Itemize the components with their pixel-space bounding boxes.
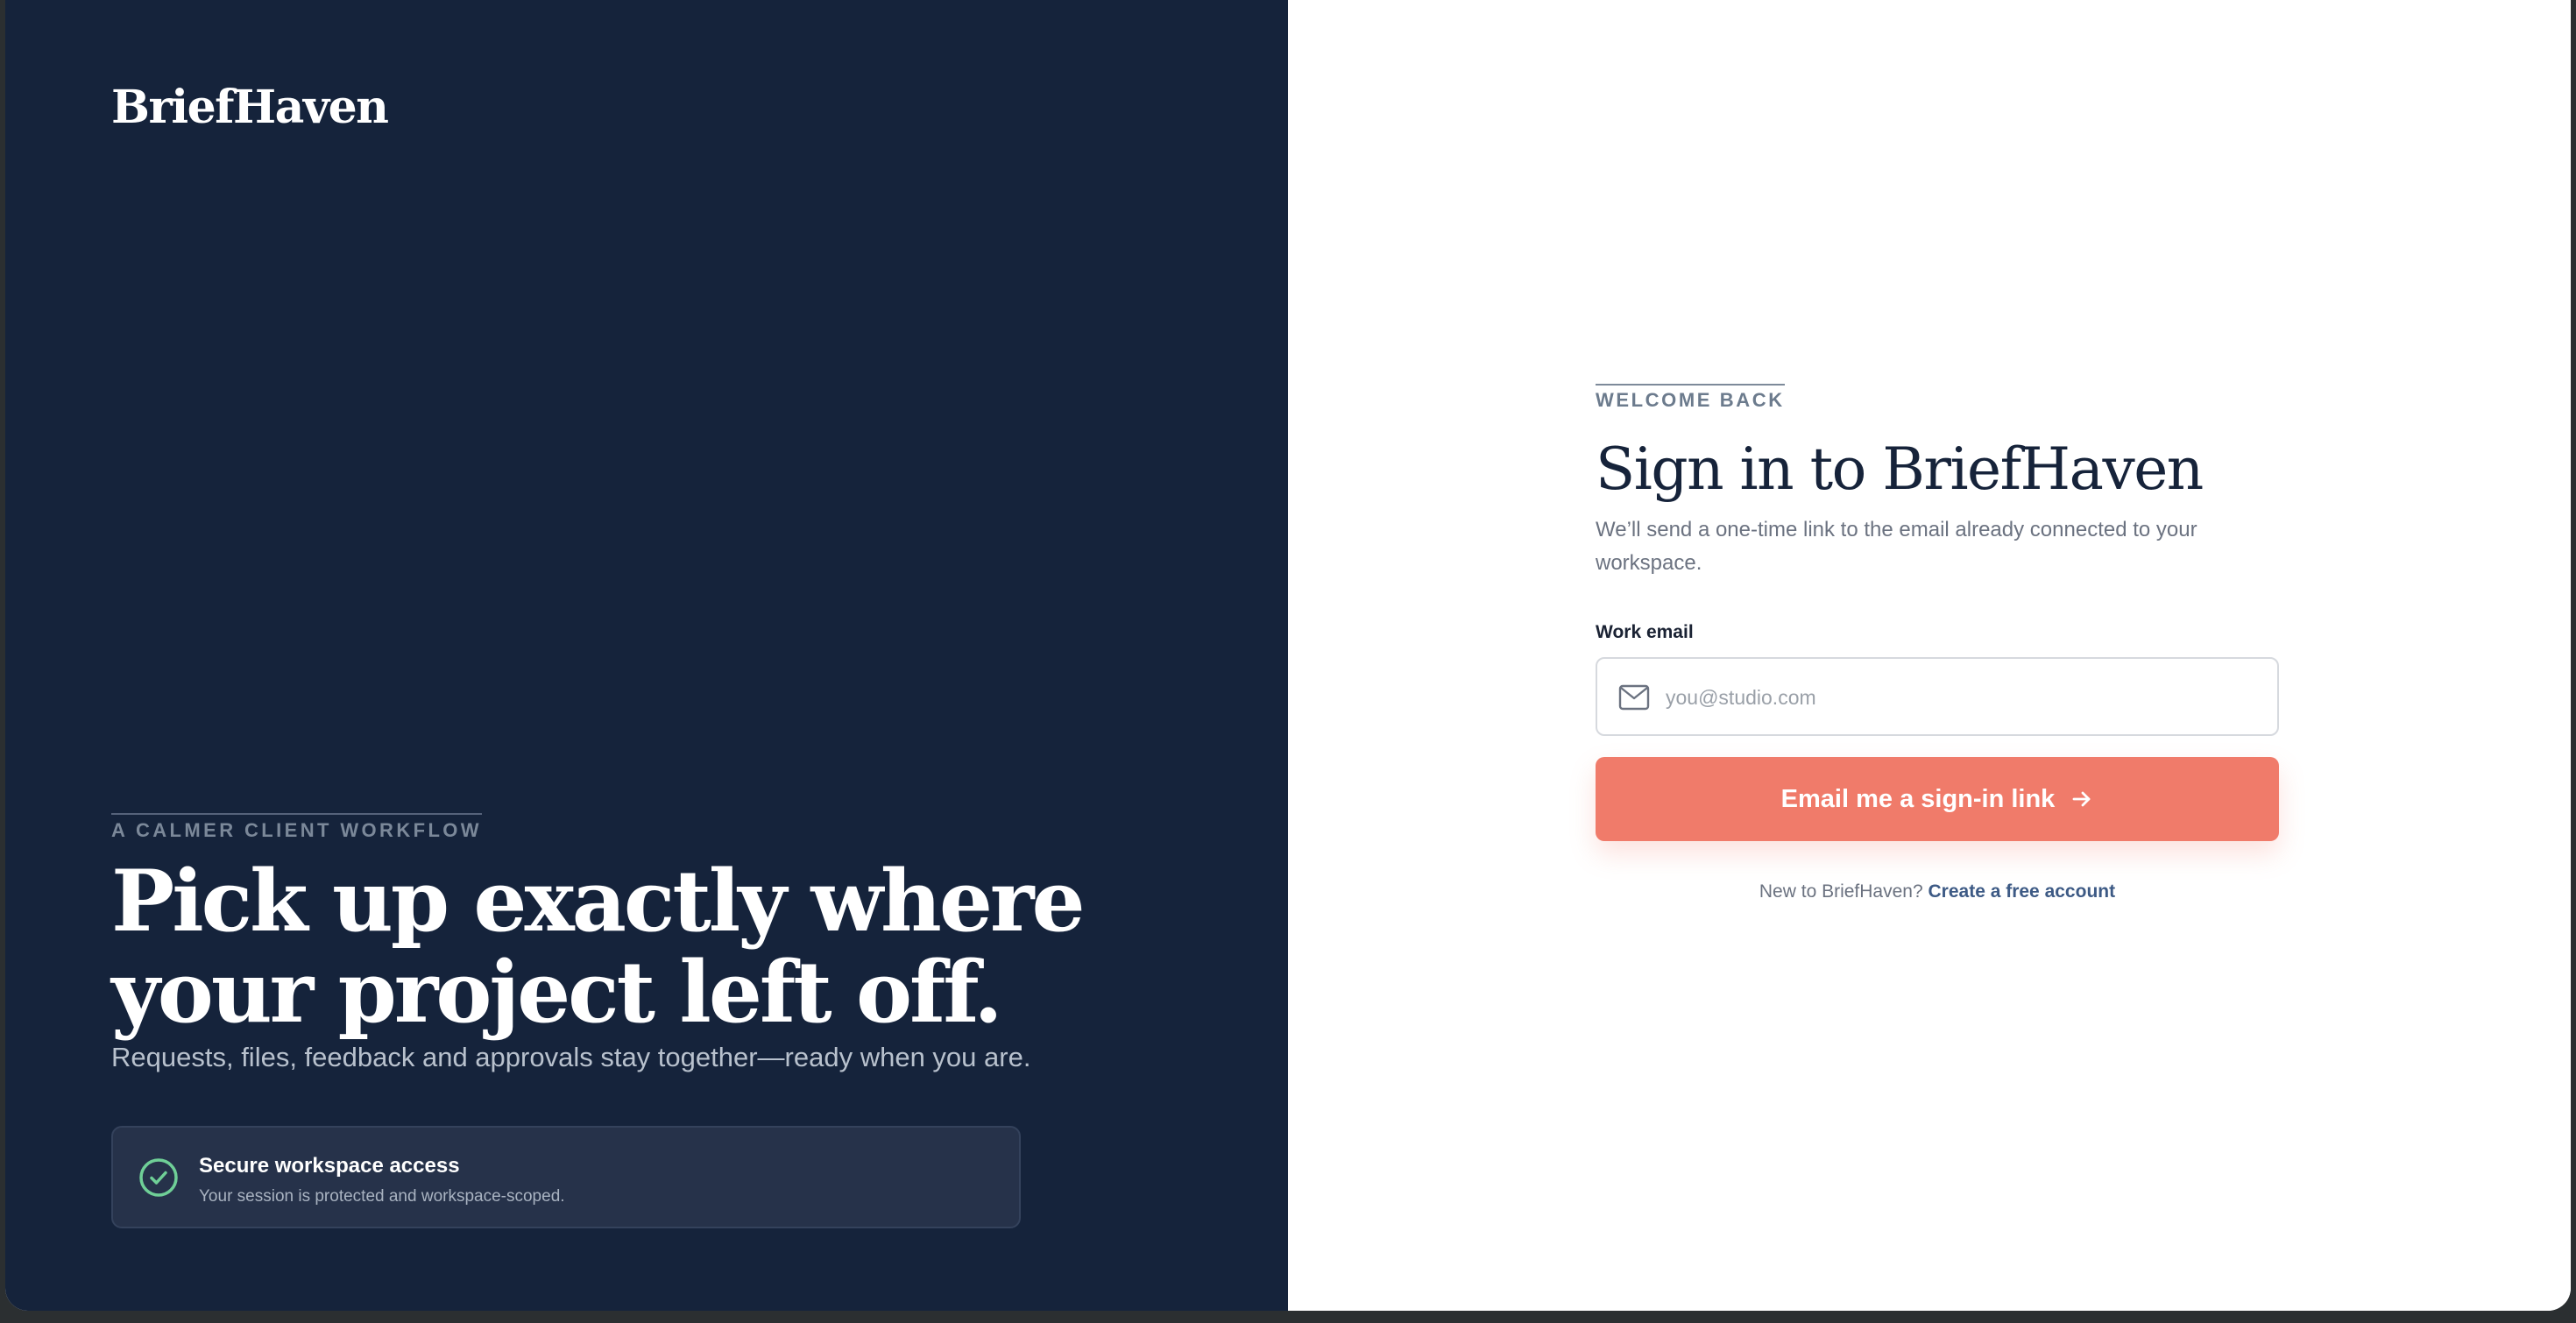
arrow-right-icon [2072,791,2091,807]
hero-headline-line-2: your project left off. [111,943,1003,1042]
submit-label: Email me a sign-in link [1780,784,2056,813]
check-circle-icon [139,1158,178,1197]
email-input[interactable] [1664,659,2263,736]
signin-panel: WELCOME BACK Sign in to BriefHaven We’ll… [1288,0,2571,1311]
email-signin-link-button[interactable]: Email me a sign-in link [1596,757,2279,841]
hero-subhead: Requests, files, feedback and approvals … [111,1042,1031,1072]
hero-eyebrow: A CALMER CLIENT WORKFLOW [111,813,482,842]
email-label: Work email [1596,622,1694,642]
hero-headline: Pick up exactly where your project left … [111,856,1163,1038]
signin-description: We’ll send a one-time link to the email … [1596,518,2197,575]
hero-headline-line-1: Pick up exactly where [111,852,1086,951]
mail-icon [1618,684,1650,711]
create-account-link[interactable]: Create a free account [1928,881,2116,902]
signup-prompt: New to BriefHaven? [1759,881,1923,902]
secure-title: Secure workspace access [199,1154,460,1178]
secure-subtitle: Your session is protected and workspace-… [199,1187,565,1206]
brand-logo: BriefHaven [111,81,389,134]
signin-eyebrow: WELCOME BACK [1596,384,1785,412]
signup-row: New to BriefHaven? Create a free account [1596,881,2279,902]
app-window: BriefHaven A CALMER CLIENT WORKFLOW Pick… [5,0,2571,1311]
signin-title: Sign in to BriefHaven [1596,435,2204,503]
signin-form: WELCOME BACK Sign in to BriefHaven We’ll… [1596,384,2279,902]
email-field[interactable] [1596,657,2279,736]
secure-access-card: Secure workspace access Your session is … [111,1126,1021,1228]
hero: A CALMER CLIENT WORKFLOW Pick up exactly… [111,813,1163,1073]
brand-panel: BriefHaven A CALMER CLIENT WORKFLOW Pick… [5,0,1288,1311]
